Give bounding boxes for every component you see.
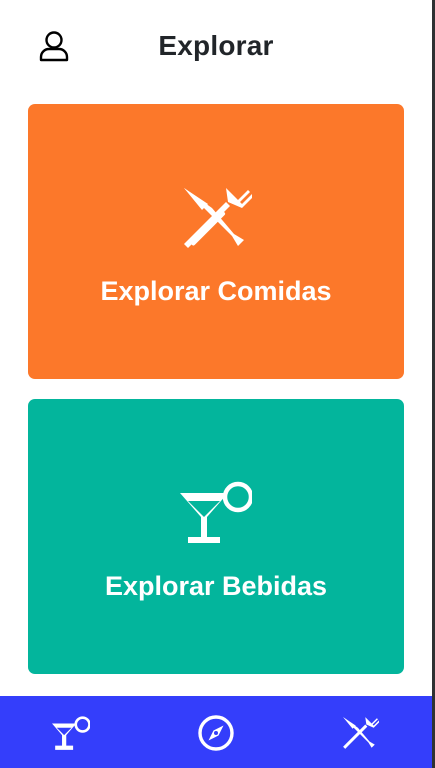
compass-icon — [198, 715, 234, 751]
cocktail-glass-icon — [52, 716, 90, 750]
header: Explorar — [0, 0, 432, 96]
bottom-nav — [0, 696, 432, 768]
explore-drinks-label: Explorar Bebidas — [104, 571, 328, 601]
explore-foods-card[interactable]: Explorar Comidas — [28, 104, 404, 379]
fork-knife-icon — [184, 188, 252, 248]
nav-explore-button[interactable] — [197, 714, 235, 752]
nav-foods-button[interactable] — [341, 714, 379, 752]
page-title: Explorar — [158, 30, 274, 61]
nav-drinks-button[interactable] — [52, 714, 90, 752]
cocktail-glass-icon — [180, 481, 252, 543]
explore-foods-label: Explorar Comidas — [100, 276, 332, 306]
explore-drinks-card[interactable]: Explorar Bebidas — [28, 399, 404, 674]
fork-knife-icon — [343, 717, 379, 749]
